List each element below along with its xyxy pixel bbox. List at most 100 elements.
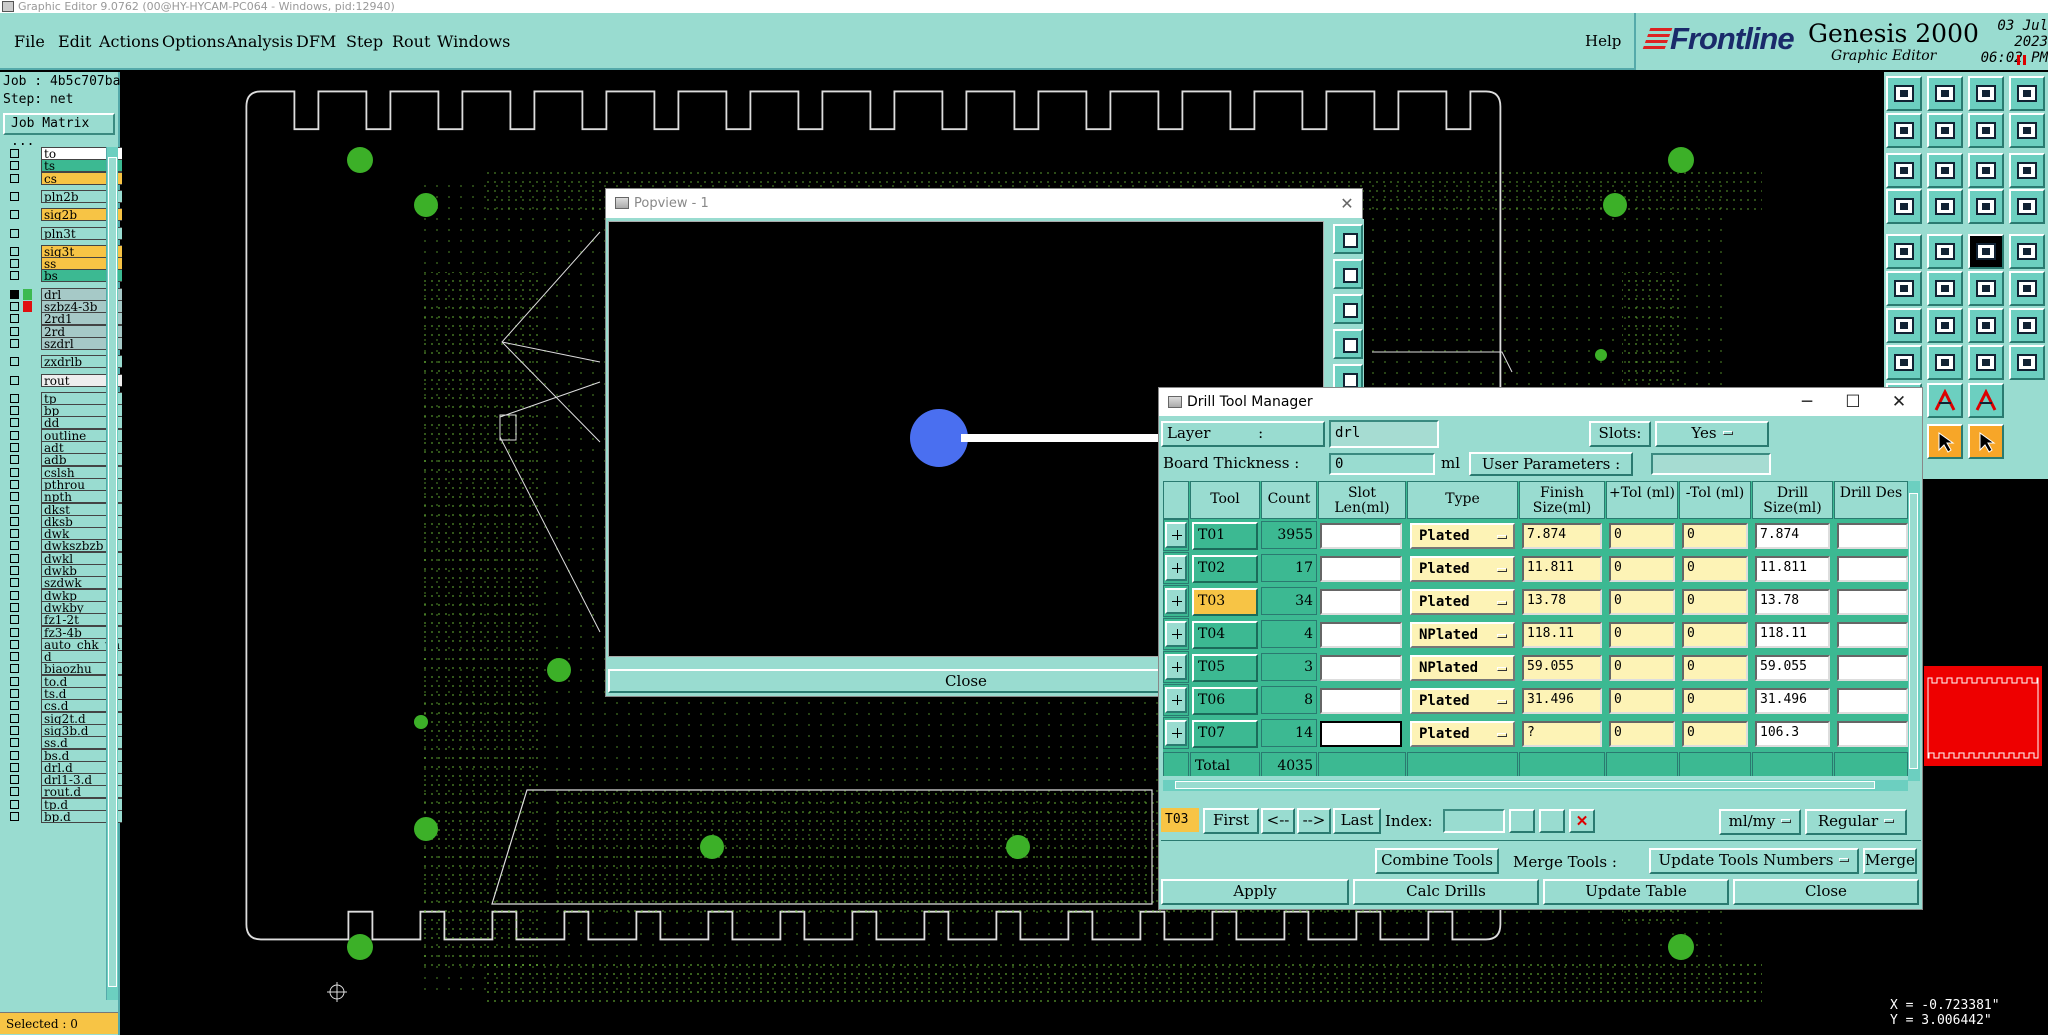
- layer-checkbox[interactable]: [10, 713, 19, 723]
- layer-color-swatch[interactable]: [23, 737, 32, 749]
- slot-len-input[interactable]: [1320, 556, 1402, 582]
- layer-row[interactable]: rout: [2, 373, 125, 387]
- slot-len-input[interactable]: [1320, 721, 1402, 747]
- rule-icon[interactable]: [2009, 308, 2045, 343]
- layer-checkbox[interactable]: [10, 799, 19, 809]
- layer-color-swatch[interactable]: [23, 601, 32, 613]
- apply-button[interactable]: Apply: [1161, 879, 1349, 905]
- layer-row[interactable]: ss.d: [2, 736, 125, 750]
- ptol-input[interactable]: 0: [1609, 523, 1675, 549]
- ptol-input[interactable]: 0: [1609, 655, 1675, 681]
- units-dropdown[interactable]: ml/my: [1719, 809, 1801, 835]
- layer-row[interactable]: ts: [2, 159, 125, 173]
- layer-row[interactable]: drl: [2, 287, 125, 301]
- finish-input[interactable]: 11.811: [1522, 556, 1602, 582]
- layer-checkbox[interactable]: [10, 676, 19, 686]
- slot-len-input[interactable]: [1320, 589, 1402, 615]
- home-icon[interactable]: [1886, 76, 1922, 111]
- drill-des-input[interactable]: [1837, 523, 1908, 549]
- layer-color-swatch[interactable]: [23, 552, 32, 564]
- layer-color-swatch[interactable]: [23, 337, 32, 349]
- tool-cell[interactable]: T03: [1192, 588, 1258, 616]
- row-expand-icon[interactable]: [1165, 654, 1187, 680]
- group-icon[interactable]: [2009, 345, 2045, 380]
- layer-color-swatch[interactable]: [23, 540, 32, 552]
- layer-row[interactable]: cslsh: [2, 465, 125, 479]
- fit-icon[interactable]: [1886, 153, 1922, 188]
- mtol-input[interactable]: 0: [1682, 688, 1748, 714]
- layer-color-swatch[interactable]: [23, 148, 32, 159]
- layer-checkbox[interactable]: [10, 529, 19, 539]
- finish-input[interactable]: ?: [1522, 721, 1602, 747]
- menu-file[interactable]: File: [14, 32, 45, 51]
- layer-row[interactable]: drl1-3.d: [2, 773, 125, 787]
- layer-checkbox[interactable]: [10, 516, 19, 526]
- layer-row[interactable]: dkst: [2, 502, 125, 516]
- index-input[interactable]: [1443, 809, 1505, 833]
- sort-icon[interactable]: [1539, 809, 1565, 833]
- layer-checkbox[interactable]: [10, 302, 19, 311]
- drill-des-input[interactable]: [1837, 622, 1908, 648]
- layer-checkbox[interactable]: [10, 566, 19, 575]
- layer-checkbox[interactable]: [10, 738, 19, 748]
- layer-color-swatch[interactable]: [23, 301, 32, 312]
- slots-dropdown[interactable]: Yes: [1655, 421, 1769, 447]
- select-box-icon[interactable]: [1927, 234, 1963, 269]
- layer-row[interactable]: dwkszbzb: [2, 539, 125, 553]
- zoom-home-icon[interactable]: [1968, 76, 2004, 111]
- layer-color-swatch[interactable]: [23, 675, 32, 687]
- layer-checkbox[interactable]: [10, 393, 19, 403]
- combine-tools-button[interactable]: Combine Tools: [1375, 848, 1499, 874]
- layer-color-swatch[interactable]: [23, 786, 32, 798]
- layer-color-swatch[interactable]: [23, 190, 32, 202]
- popview-tool-pan-left[interactable]: [1333, 329, 1363, 359]
- layer-color-swatch[interactable]: [23, 325, 32, 337]
- menu-help[interactable]: Help: [1585, 32, 1621, 50]
- mtol-input[interactable]: 0: [1682, 721, 1748, 747]
- layer-color-swatch[interactable]: [23, 774, 32, 786]
- layer-color-swatch[interactable]: [23, 565, 32, 576]
- layer-row[interactable]: pthrou: [2, 477, 125, 491]
- mode-dropdown[interactable]: Regular: [1805, 809, 1907, 835]
- layer-color-swatch[interactable]: [23, 270, 32, 282]
- layer-checkbox[interactable]: [10, 228, 19, 238]
- menu-actions[interactable]: Actions: [99, 32, 159, 51]
- node-icon[interactable]: [1968, 271, 2004, 306]
- layer-row[interactable]: bs: [2, 269, 125, 283]
- layer-row[interactable]: rout.d: [2, 785, 125, 799]
- type-dropdown[interactable]: NPlated: [1410, 622, 1515, 648]
- drill-size-input[interactable]: 31.496: [1755, 688, 1830, 714]
- layer-row[interactable]: sig2b: [2, 208, 125, 222]
- zoom-window-icon[interactable]: [1927, 76, 1963, 111]
- layer-color-swatch[interactable]: [23, 638, 32, 650]
- maximize-icon[interactable]: ☐: [1830, 388, 1876, 416]
- layer-color-swatch[interactable]: [23, 761, 32, 773]
- ptol-input[interactable]: 0: [1609, 688, 1675, 714]
- board-overview-thumbnail[interactable]: [1924, 666, 2042, 766]
- layer-checkbox[interactable]: [10, 553, 19, 563]
- layer-checkbox[interactable]: [10, 338, 19, 348]
- fullscreen-icon[interactable]: [2009, 76, 2045, 111]
- layer-row[interactable]: 2rd: [2, 324, 125, 338]
- ptol-input[interactable]: 0: [1609, 556, 1675, 582]
- finish-input[interactable]: 13.78: [1522, 589, 1602, 615]
- layer-color-swatch[interactable]: [23, 392, 32, 404]
- layer-list-scrollbar[interactable]: [106, 147, 118, 1000]
- layer-checkbox[interactable]: [10, 725, 19, 735]
- merge-button[interactable]: Merge: [1863, 848, 1917, 874]
- finish-input[interactable]: 118.11: [1522, 622, 1602, 648]
- row-expand-icon[interactable]: [1165, 522, 1187, 548]
- layers-icon[interactable]: [1968, 189, 2004, 224]
- angle-icon[interactable]: [1886, 308, 1922, 343]
- slot-len-input[interactable]: [1320, 622, 1402, 648]
- type-dropdown[interactable]: Plated: [1410, 721, 1515, 747]
- layer-row[interactable]: pln3t: [2, 226, 125, 240]
- layer-row[interactable]: szdrl: [2, 336, 125, 350]
- slot-len-input[interactable]: [1320, 688, 1402, 714]
- layer-row[interactable]: sig2t.d: [2, 711, 125, 725]
- slot-len-input[interactable]: [1320, 655, 1402, 681]
- layer-row[interactable]: d: [2, 650, 125, 664]
- drill-des-input[interactable]: [1837, 556, 1908, 582]
- layer-checkbox[interactable]: [10, 775, 19, 785]
- layer-checkbox[interactable]: [10, 357, 19, 367]
